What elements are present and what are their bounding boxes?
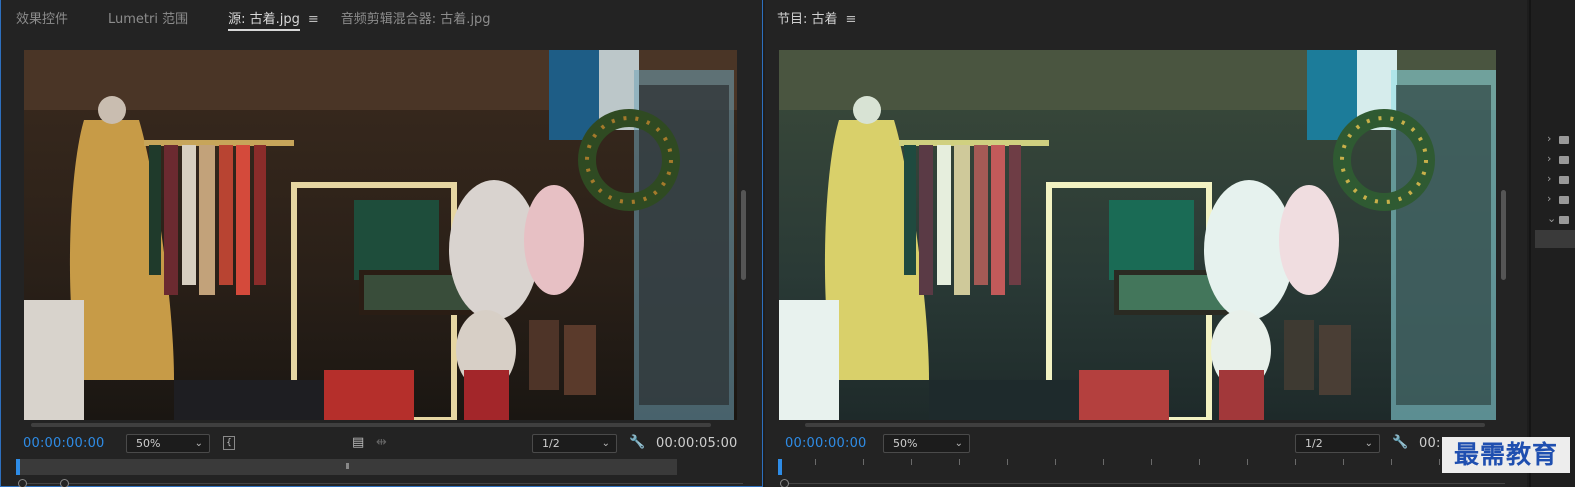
tab-source[interactable]: 源: 古着.jpg ≡ xyxy=(218,8,329,34)
watermark-logo: 最需教育 xyxy=(1442,437,1570,473)
tab-program[interactable]: 节目: 古着 ≡ xyxy=(767,8,866,34)
chevron-right-icon[interactable]: › xyxy=(1547,152,1551,165)
tree-item[interactable]: › xyxy=(1547,192,1571,207)
ruler-tick xyxy=(1199,459,1200,465)
chevron-right-icon[interactable]: › xyxy=(1547,172,1551,185)
folder-icon xyxy=(1559,176,1569,184)
program-time-ruler[interactable] xyxy=(765,459,1527,475)
program-playhead[interactable] xyxy=(778,459,782,475)
ruler-tick xyxy=(1343,459,1344,465)
source-midpoint-marker xyxy=(346,463,349,469)
program-current-timecode[interactable]: 00:00:00:00 xyxy=(785,436,867,451)
wrench-icon[interactable]: 🔧 xyxy=(629,433,645,453)
program-vertical-scrollbar[interactable] xyxy=(1501,190,1506,280)
source-zoom-handle-right[interactable] xyxy=(60,479,69,487)
ruler-tick xyxy=(1247,459,1248,465)
program-monitor-panel: 节目: 古着 ≡ 00:00:00:00 50% ⌄ 1/2 ⌄ 🔧 00: xyxy=(765,0,1527,487)
source-resolution-dropdown[interactable]: 1/2 ⌄ xyxy=(532,434,617,453)
program-zoom-scrollbar[interactable] xyxy=(765,478,1527,487)
ruler-tick xyxy=(1391,459,1392,465)
tree-selected-row[interactable] xyxy=(1535,230,1575,248)
chevron-down-icon: ⌄ xyxy=(1364,438,1373,449)
chevron-down-icon: ⌄ xyxy=(194,438,203,449)
tree-item[interactable]: › xyxy=(1547,172,1571,187)
chevron-right-icon[interactable]: › xyxy=(1547,132,1551,145)
source-current-timecode[interactable]: 00:00:00:00 xyxy=(23,436,105,451)
program-duration: 00: xyxy=(1419,436,1441,451)
ruler-tick xyxy=(863,459,864,465)
program-zoom-handle-left[interactable] xyxy=(780,479,789,487)
program-resolution-dropdown[interactable]: 1/2 ⌄ xyxy=(1295,434,1380,453)
ruler-tick xyxy=(1055,459,1056,465)
chevron-down-icon[interactable]: ⌄ xyxy=(1547,212,1556,225)
ruler-tick xyxy=(1439,459,1440,465)
source-controls: 00:00:00:00 50% ⌄ { ▤ ⇹ 1/2 ⌄ 🔧 00:00:05:0… xyxy=(1,433,762,455)
source-playhead[interactable] xyxy=(16,459,20,475)
film-strip-icon[interactable]: ▤ xyxy=(352,433,364,453)
vintage-shop-image xyxy=(24,50,737,420)
chevron-down-icon: ⌄ xyxy=(954,438,963,449)
ruler-tick xyxy=(911,459,912,465)
ruler-tick xyxy=(1007,459,1008,465)
ruler-tick xyxy=(1103,459,1104,465)
program-controls: 00:00:00:00 50% ⌄ 1/2 ⌄ 🔧 00: xyxy=(765,433,1527,455)
tab-effect-controls[interactable]: 效果控件 xyxy=(6,8,78,34)
source-monitor-panel: 效果控件 Lumetri 范围 源: 古着.jpg ≡ 音频剪辑混合器: 古着.j… xyxy=(0,0,763,487)
ruler-tick xyxy=(1295,459,1296,465)
tree-item[interactable]: ⌄ xyxy=(1547,212,1571,227)
hamburger-icon[interactable]: ≡ xyxy=(846,8,857,32)
chevron-down-icon: ⌄ xyxy=(601,438,610,449)
tab-audio-clip-mixer[interactable]: 音频剪辑混合器: 古着.jpg xyxy=(331,8,501,34)
program-tabbar: 节目: 古着 ≡ xyxy=(767,8,866,34)
folder-icon xyxy=(1559,216,1569,224)
folder-icon xyxy=(1559,136,1569,144)
hamburger-icon[interactable]: ≡ xyxy=(308,8,319,32)
wrench-icon[interactable]: 🔧 xyxy=(1392,433,1408,453)
folder-icon xyxy=(1559,156,1569,164)
ruler-tick xyxy=(1151,459,1152,465)
program-video-frame[interactable] xyxy=(779,50,1496,420)
source-video-frame[interactable] xyxy=(24,50,737,420)
chevron-right-icon[interactable]: › xyxy=(1547,192,1551,205)
source-time-ruler[interactable] xyxy=(1,459,762,475)
tree-item[interactable]: › xyxy=(1547,152,1571,167)
source-zoom-scrollbar[interactable] xyxy=(1,478,762,487)
audio-waveform-icon[interactable]: ⇹ xyxy=(376,433,387,453)
source-zoom-handle-left[interactable] xyxy=(18,479,27,487)
ruler-tick xyxy=(959,459,960,465)
tab-lumetri-scopes[interactable]: Lumetri 范围 xyxy=(98,8,198,34)
source-vertical-scrollbar[interactable] xyxy=(741,190,746,280)
ruler-tick xyxy=(815,459,816,465)
program-horizontal-scroll-handle[interactable] xyxy=(805,423,1485,427)
program-zoom-dropdown[interactable]: 50% ⌄ xyxy=(883,434,970,453)
source-duration: 00:00:05:00 xyxy=(656,436,738,451)
insert-marker-icon[interactable]: { xyxy=(223,436,235,450)
vintage-shop-graded-image xyxy=(779,50,1496,420)
source-horizontal-scroll-handle[interactable] xyxy=(31,423,711,427)
folder-icon xyxy=(1559,196,1569,204)
source-tabbar: 效果控件 Lumetri 范围 源: 古着.jpg ≡ 音频剪辑混合器: 古着.j… xyxy=(6,8,501,34)
tree-item[interactable]: › xyxy=(1547,132,1571,147)
source-zoom-dropdown[interactable]: 50% ⌄ xyxy=(126,434,210,453)
